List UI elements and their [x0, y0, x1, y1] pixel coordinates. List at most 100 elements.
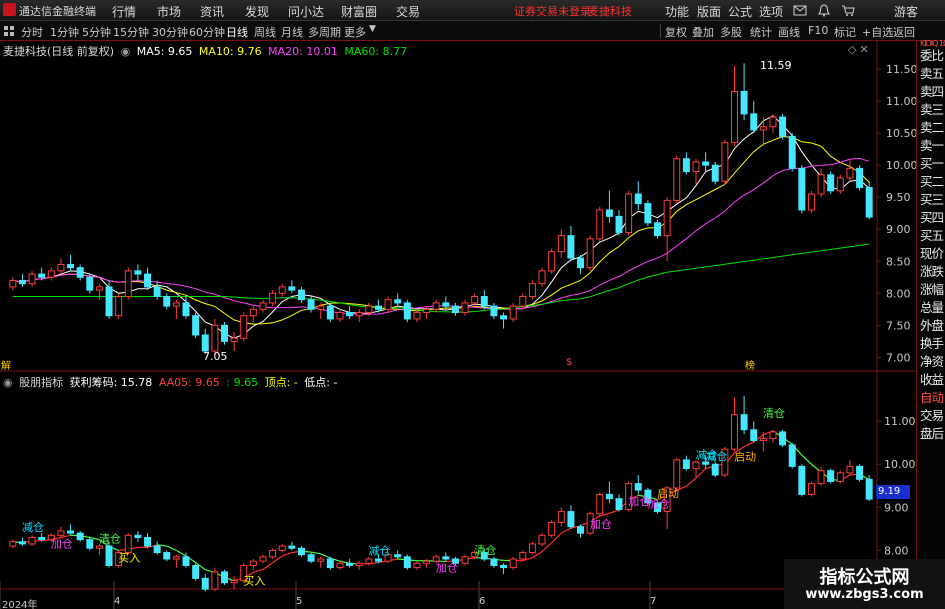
sub-candle [105, 545, 113, 566]
sub-tick-label: 10.00 [884, 458, 916, 471]
period-tab-30min[interactable]: 30分钟 [152, 24, 188, 40]
mail-icon[interactable] [793, 4, 807, 17]
sub-candle [500, 564, 508, 569]
period-tab-multi[interactable]: 多周期 [308, 24, 341, 40]
period-tab-60min[interactable]: 60分钟 [189, 24, 225, 40]
grid-menu-icon[interactable] [3, 25, 15, 37]
guest-login[interactable]: 游客 [894, 3, 918, 20]
signal-line-segment [743, 441, 754, 448]
chart-area[interactable]: 11.50 11.00 10.50 10.00 9.50 9.00 8.50 8.00 7.50… [0, 41, 945, 609]
side-item-sell1[interactable]: 卖一 [920, 137, 945, 155]
side-item-buy2[interactable]: 买二 [920, 173, 945, 191]
menu-item-formula[interactable]: 公式 [728, 3, 752, 20]
side-item-buy3[interactable]: 买三 [920, 191, 945, 209]
sub-candle [134, 534, 142, 538]
watermark-overlay: 指标公式网 www.zbgs3.com [784, 559, 945, 609]
period-tab-more[interactable]: 更多 [344, 24, 366, 40]
side-item-outer[interactable]: 外盘 [920, 317, 945, 335]
period-tab-1min[interactable]: 1分钟 [50, 24, 79, 40]
candle [423, 308, 431, 314]
app-logo-icon [3, 3, 16, 16]
trade-login-notice[interactable]: 证券交易未登录 [514, 3, 591, 19]
candle [779, 116, 787, 137]
multi-stock-button[interactable]: 多股 [720, 24, 742, 40]
sub-candle [798, 465, 806, 495]
candle [57, 263, 65, 272]
side-item-net-assets[interactable]: 净资 [920, 353, 945, 371]
candle [288, 286, 296, 291]
signal-line-segment [166, 545, 177, 551]
main-tick-label: 11.50 [886, 63, 918, 76]
menu-item-function[interactable]: 功能 [665, 3, 689, 20]
side-item-volume[interactable]: 总量 [920, 299, 945, 317]
indicator-settings-icon[interactable]: ◉ [3, 376, 13, 389]
cart-icon[interactable] [841, 4, 855, 17]
diamond-icon[interactable]: ◇ [848, 43, 856, 56]
unlock-marker[interactable]: 解 [1, 357, 11, 372]
sub-candle [856, 465, 864, 480]
back-button[interactable]: 返回 [893, 24, 915, 40]
menu-item-wealth[interactable]: 财富圈 [341, 3, 377, 20]
side-item-turnover[interactable]: 换手 [920, 335, 945, 353]
side-item-auto[interactable]: 自动 [920, 389, 945, 407]
side-item-trade[interactable]: 交易 [920, 407, 945, 425]
settings-icon[interactable]: ◉ [121, 45, 131, 58]
menu-item-news[interactable]: 资讯 [200, 3, 224, 20]
candle [346, 312, 354, 317]
side-item-buy5[interactable]: 买五 [920, 227, 945, 245]
sub-candle [403, 556, 411, 569]
draw-line-button[interactable]: 画线 [778, 24, 800, 40]
menu-item-discover[interactable]: 发现 [245, 3, 269, 20]
side-item-change[interactable]: 涨跌 [920, 263, 945, 281]
candle [846, 167, 854, 179]
side-item-price[interactable]: 现价 [920, 245, 945, 263]
period-tab-monthly[interactable]: 月线 [281, 24, 303, 40]
side-item-earnings[interactable]: 收益 [920, 371, 945, 389]
period-tab-timeshare[interactable]: 分时 [21, 24, 43, 40]
menu-item-trade[interactable]: 交易 [396, 3, 420, 20]
add-watchlist-button[interactable]: +自选 [862, 24, 893, 40]
menu-item-market[interactable]: 市场 [157, 3, 181, 20]
side-item-sell4[interactable]: 卖四 [920, 83, 945, 101]
menu-item-layout[interactable]: 版面 [697, 3, 721, 20]
ranking-marker[interactable]: 榜 [745, 357, 755, 372]
panel-controls[interactable]: ◇ ✕ [848, 43, 872, 56]
period-tab-weekly[interactable]: 周线 [254, 24, 276, 40]
candle [201, 334, 209, 352]
close-panel-icon[interactable]: ✕ [859, 43, 868, 56]
overlay-button[interactable]: 叠加 [692, 24, 714, 40]
bell-icon[interactable] [818, 4, 830, 17]
f10-button[interactable]: F10 [808, 24, 828, 37]
side-item-sell2[interactable]: 卖二 [920, 119, 945, 137]
restore-rights-button[interactable]: 复权 [665, 24, 687, 40]
menu-item-ask[interactable]: 问小达 [288, 3, 324, 20]
menu-item-quotes[interactable]: 行情 [112, 3, 136, 20]
sub-candle [355, 562, 363, 566]
mark-button[interactable]: 标记 [834, 24, 856, 40]
side-item-buy4[interactable]: 买四 [920, 209, 945, 227]
period-tab-15min[interactable]: 15分钟 [113, 24, 149, 40]
kline-chart[interactable]: 11.50 11.00 10.50 10.00 9.50 9.00 8.50 8.00 7.50… [0, 41, 945, 609]
sub-candle [326, 558, 334, 569]
ma5-label: MA5: 9.65 [136, 45, 193, 58]
side-item-sell3[interactable]: 卖三 [920, 101, 945, 119]
period-tab-daily[interactable]: 日线 [226, 24, 248, 40]
candle [673, 158, 681, 201]
candlesticks[interactable] [9, 63, 873, 355]
indicator-name[interactable]: 股朋指标 [19, 376, 63, 389]
candle [144, 273, 152, 288]
side-item-change-pct[interactable]: 涨幅 [920, 281, 945, 299]
menu-item-options[interactable]: 选项 [759, 3, 783, 20]
chart-title[interactable]: 麦捷科技(日线 前复权) [3, 45, 114, 58]
statistics-button[interactable]: 统计 [750, 24, 772, 40]
candle [836, 177, 844, 192]
candle [538, 270, 546, 285]
more-chevron-icon[interactable]: ▼ [369, 24, 376, 34]
dividend-marker[interactable]: $ [566, 357, 572, 368]
side-item-after-hours[interactable]: 盘后 [920, 425, 945, 443]
side-item-buy1[interactable]: 买一 [920, 155, 945, 173]
side-item-sell5[interactable]: 卖五 [920, 65, 945, 83]
period-tab-5min[interactable]: 5分钟 [82, 24, 111, 40]
side-item-weibi[interactable]: 委比 [920, 47, 945, 65]
candle [163, 296, 171, 307]
